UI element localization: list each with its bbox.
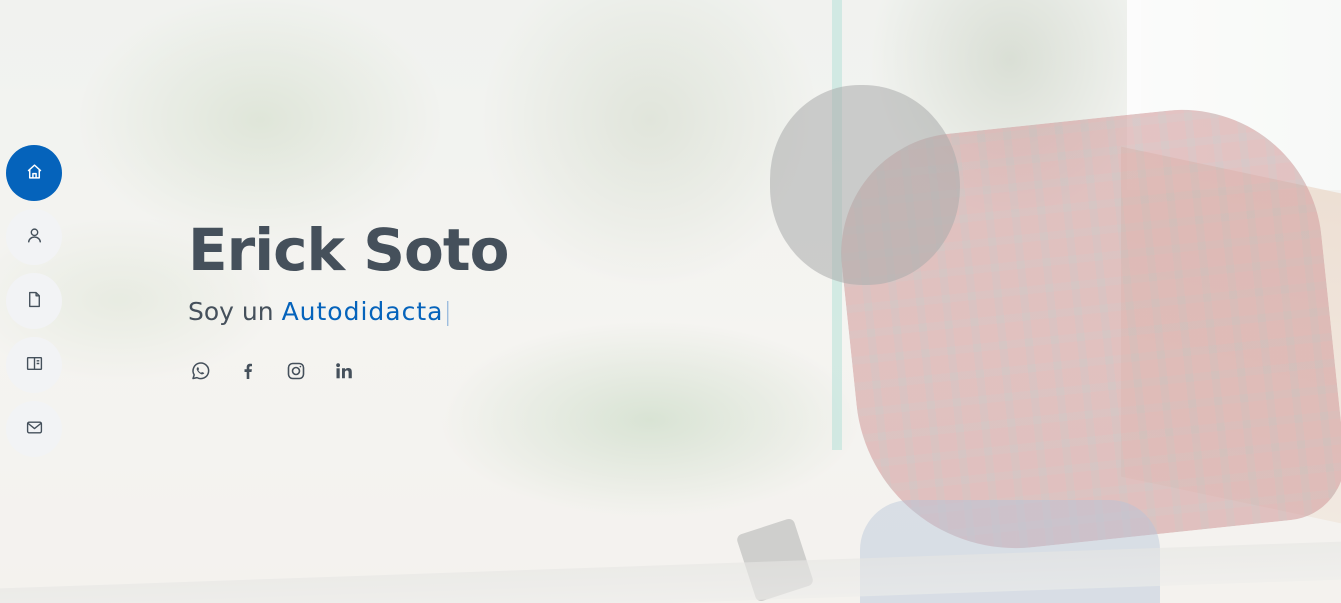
instagram-link[interactable]	[284, 361, 308, 385]
linkedin-icon	[334, 361, 354, 385]
whatsapp-link[interactable]	[188, 361, 212, 385]
hero-subtitle: Soy un Autodidacta|	[188, 296, 508, 328]
hero-section: Erick Soto Soy un Autodidacta|	[0, 0, 1341, 603]
user-icon	[26, 227, 43, 248]
home-icon	[26, 163, 43, 184]
facebook-icon	[238, 361, 258, 385]
social-links	[188, 361, 508, 385]
typed-text: Autodidacta	[281, 297, 444, 326]
hero-content: Erick Soto Soy un Autodidacta|	[188, 212, 509, 385]
facebook-link[interactable]	[236, 361, 260, 385]
book-icon	[26, 355, 43, 376]
nav-home-button[interactable]	[6, 145, 62, 201]
instagram-icon	[286, 361, 306, 385]
linkedin-link[interactable]	[332, 361, 356, 385]
hero-name: Erick Soto	[188, 216, 509, 284]
whatsapp-icon	[190, 361, 210, 385]
file-icon	[26, 291, 43, 312]
typed-cursor: |	[443, 297, 452, 326]
envelope-icon	[26, 419, 43, 440]
nav-portfolio-button[interactable]	[6, 337, 62, 393]
nav-resume-button[interactable]	[6, 273, 62, 329]
nav-about-button[interactable]	[6, 209, 62, 265]
nav-contact-button[interactable]	[6, 401, 62, 457]
subtitle-prefix: Soy un	[188, 297, 274, 326]
side-navigation	[6, 145, 62, 457]
